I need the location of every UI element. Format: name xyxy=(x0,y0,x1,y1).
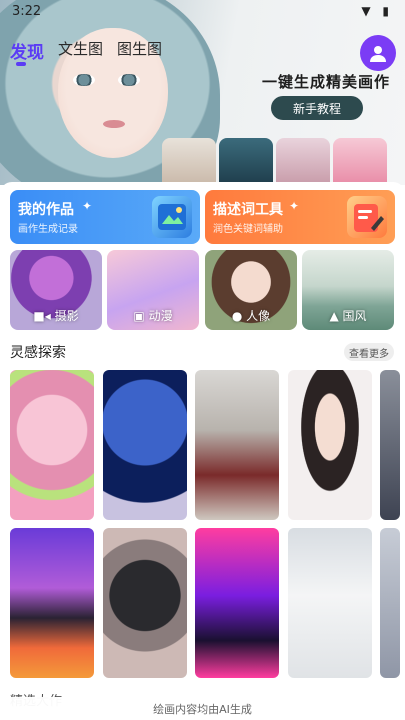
inspiration-image[interactable] xyxy=(195,528,279,678)
user-icon xyxy=(370,46,386,62)
user-avatar-button[interactable] xyxy=(360,35,396,71)
inspiration-image[interactable] xyxy=(380,528,400,678)
banner-slogan: 一键生成精美画作 xyxy=(262,73,391,91)
sparkle-icon: ✦ xyxy=(289,199,300,213)
tab-image-to-image[interactable]: 图生图 xyxy=(117,38,162,63)
my-works-subtitle: 画作生成记录 xyxy=(18,224,78,235)
top-tabs: 发现 文生图 图生图 xyxy=(10,38,162,66)
category-anime[interactable]: ▣ 动漫 xyxy=(107,250,199,330)
hero-lips xyxy=(103,120,125,128)
style-thumbnail[interactable] xyxy=(162,138,216,185)
my-works-title: 我的作品 xyxy=(18,202,74,218)
ai-disclaimer-footer: 绘画内容均由AI生成 xyxy=(0,697,405,720)
inspiration-title: 灵感探索 xyxy=(10,345,66,361)
inspiration-image[interactable] xyxy=(288,370,372,520)
category-photography-label: ■◂ 摄影 xyxy=(33,309,79,323)
sparkle-icon: ✦ xyxy=(82,199,93,213)
tab-image-to-image-label: 图生图 xyxy=(117,40,163,58)
prompt-tool-title: 描述词工具 xyxy=(213,202,283,218)
inspiration-image[interactable] xyxy=(10,370,94,520)
person-icon: ● xyxy=(231,309,243,323)
active-tab-indicator xyxy=(16,62,26,66)
inspiration-image[interactable] xyxy=(288,528,372,678)
category-chinese-style-label: ▲ 国风 xyxy=(329,309,367,323)
video-camera-icon: ■◂ xyxy=(33,309,51,323)
tab-discover-label: 发现 xyxy=(10,43,44,63)
category-chinese-style[interactable]: ▲ 国风 xyxy=(302,250,394,330)
hero-eye-left xyxy=(73,74,95,86)
image-card-icon xyxy=(152,196,192,238)
tab-text-to-image[interactable]: 文生图 xyxy=(58,38,103,63)
status-icons: ▼ ▮ xyxy=(361,4,393,18)
inspiration-image[interactable] xyxy=(380,370,400,520)
category-photography[interactable]: ■◂ 摄影 xyxy=(10,250,102,330)
landscape-icon: ▲ xyxy=(329,309,339,323)
hero-eye-right xyxy=(118,74,140,86)
style-thumbnail[interactable] xyxy=(333,138,387,185)
tutorial-button[interactable]: 新手教程 xyxy=(271,96,363,120)
inspiration-image[interactable] xyxy=(103,528,187,678)
style-thumbnail[interactable] xyxy=(219,138,273,185)
inspiration-image[interactable] xyxy=(10,528,94,678)
prompt-tool-card[interactable]: 描述词工具 ✦ 润色关键词辅助 xyxy=(205,190,395,244)
tab-discover[interactable]: 发现 xyxy=(10,38,44,66)
tab-text-to-image-label: 文生图 xyxy=(58,40,104,58)
my-works-card[interactable]: 我的作品 ✦ 画作生成记录 xyxy=(10,190,200,244)
hero-banner[interactable]: 3:22 ▼ ▮ 发现 文生图 图生图 一键生成精美画作 新手教程 xyxy=(0,0,405,185)
category-anime-label: ▣ 动漫 xyxy=(133,309,173,323)
category-portrait-label: ● 人像 xyxy=(231,309,271,323)
category-portrait[interactable]: ● 人像 xyxy=(205,250,297,330)
style-thumbnail[interactable] xyxy=(276,138,330,185)
status-time: 3:22 xyxy=(12,4,42,19)
inspiration-image[interactable] xyxy=(195,370,279,520)
picture-icon: ▣ xyxy=(133,309,145,323)
prompt-tool-subtitle: 润色关键词辅助 xyxy=(213,224,283,235)
inspiration-image[interactable] xyxy=(103,370,187,520)
notepad-pencil-icon xyxy=(347,196,387,238)
view-more-button[interactable]: 查看更多 xyxy=(344,343,394,361)
